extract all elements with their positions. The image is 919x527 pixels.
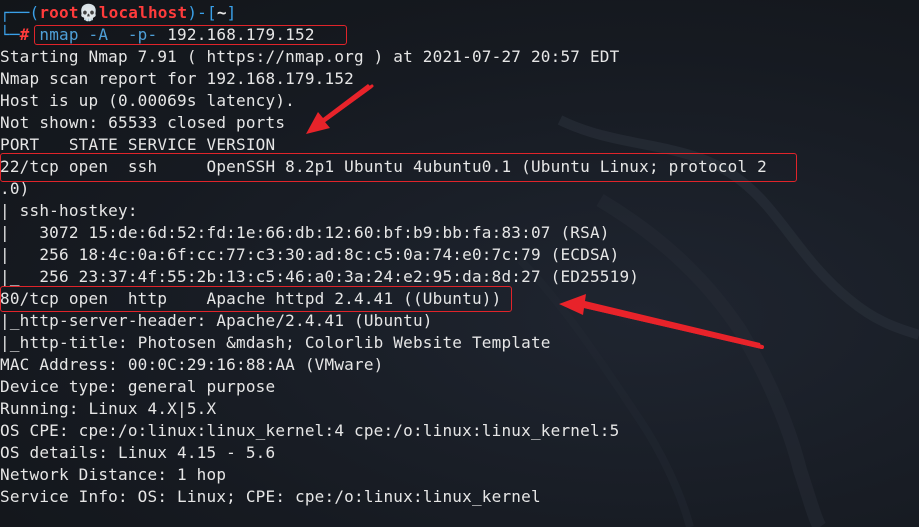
arrow-icon xyxy=(306,84,372,134)
prompt-line: ┌──(root💀localhost)-[~] xyxy=(0,2,237,24)
output-line: OS CPE: cpe:/o:linux:linux_kernel:4 cpe:… xyxy=(0,421,620,440)
prompt-host: localhost xyxy=(98,3,188,22)
output-line: Starting Nmap 7.91 ( https://nmap.org ) … xyxy=(0,47,620,66)
output-line: |_ 256 23:37:4f:55:2b:13:c5:46:a0:3a:24:… xyxy=(0,267,640,286)
skull-icon: 💀 xyxy=(78,3,99,22)
output-line: OS details: Linux 4.15 - 5.6 xyxy=(0,443,276,462)
output-line: |_http-server-header: Apache/2.4.41 (Ubu… xyxy=(0,311,433,330)
output-line: | ssh-hostkey: xyxy=(0,201,138,220)
output-line: Host is up (0.00069s latency). xyxy=(0,91,295,110)
prompt-frame-end: ] xyxy=(226,3,237,22)
output-line: | 256 18:4c:0a:6f:cc:77:c3:30:ad:8c:c5:0… xyxy=(0,245,620,264)
prompt-frame-bottom: └─ xyxy=(0,25,20,44)
http-highlight-box xyxy=(0,286,512,312)
prompt-dir: ~ xyxy=(216,3,227,22)
output-line: Service Info: OS: Linux; CPE: cpe:/o:lin… xyxy=(0,487,541,506)
output-line: MAC Address: 00:0C:29:16:88:AA (VMware) xyxy=(0,355,384,374)
command-highlight-box xyxy=(34,25,347,45)
prompt-user: root xyxy=(39,3,79,22)
output-line: | 3072 15:de:6d:52:fd:1e:66:db:12:60:bf:… xyxy=(0,223,610,242)
output-line: Network Distance: 1 hop xyxy=(0,465,227,484)
prompt-frame-open: ┌──( xyxy=(0,3,40,22)
output-line: Nmap scan report for 192.168.179.152 xyxy=(0,69,354,88)
arrow-icon xyxy=(559,294,762,349)
output-line: Running: Linux 4.X|5.X xyxy=(0,399,217,418)
ssh-highlight-box xyxy=(0,153,797,182)
prompt-frame-mid: )-[ xyxy=(187,3,217,22)
terminal-window[interactable]: ┌──(root💀localhost)-[~] └─# nmap -A -p- … xyxy=(0,0,919,527)
prompt-hash: # xyxy=(19,25,30,44)
output-line: Not shown: 65533 closed ports xyxy=(0,113,286,132)
output-line: Device type: general purpose xyxy=(0,377,276,396)
output-line: |_http-title: Photosen &mdash; Colorlib … xyxy=(0,333,551,352)
